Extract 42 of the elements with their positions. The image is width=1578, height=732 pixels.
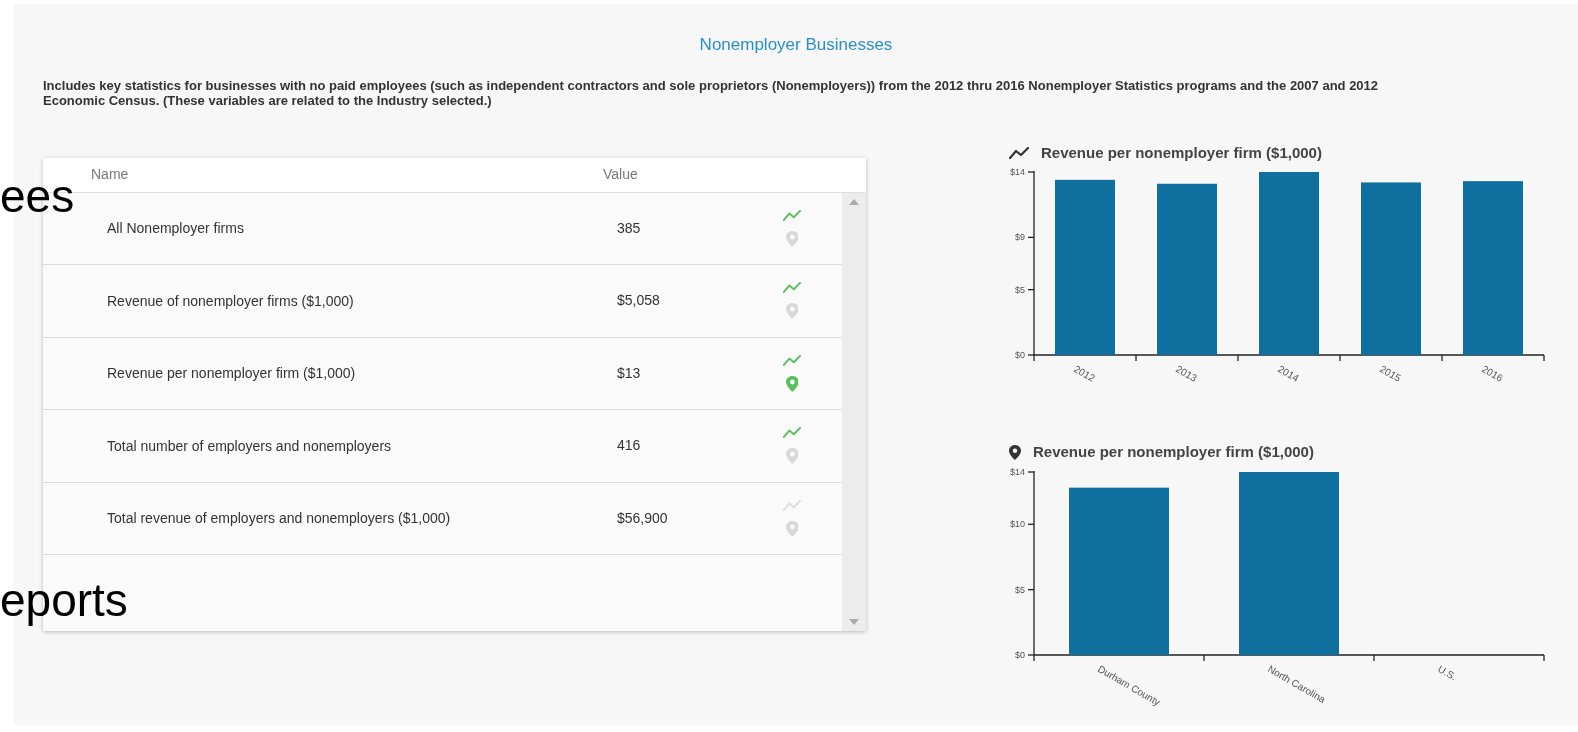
pin-icon[interactable] [785,230,799,247]
description: Includes key statistics for businesses with no paid employees (such as independent contractors and sole proprietors (Nonemployers)) from the 2012 thru 2016 Nonemployer Statistics programs and the 2007 and 2012 Economic Census. (These variables are related to the Industry selected.) [43,77,1380,108]
y-tick-label: $14 [1009,466,1025,477]
y-tick-label: $5 [1015,284,1025,295]
scroll-up-icon[interactable] [849,198,859,205]
overlay-text-fragment: eports [0,573,128,628]
pin-icon [1009,444,1021,460]
scroll-down-icon[interactable] [849,618,859,625]
y-tick-label: $10 [1009,518,1025,529]
x-tick-label: 2014 [1276,363,1301,384]
pin-icon[interactable] [785,520,799,537]
column-header: Value [603,165,638,184]
y-tick-label: $9 [1015,232,1025,243]
pin-icon[interactable] [785,375,799,392]
pin-icon[interactable] [785,303,799,320]
overlay-text-fragment: ees [0,169,75,224]
table-cell-text: $56,900 [617,508,669,528]
table-cell-text: Revenue of nonemployer firms ($1,000) [107,291,355,311]
table-cell-text: 385 [617,218,642,238]
table-cell-text: All Nonemployer firms [107,219,245,239]
y-tick-label: $0 [1015,350,1025,360]
x-tick-label: 2012 [1072,363,1097,384]
column-header: Name [91,165,130,184]
table-cell-text: Total number of employers and nonemployers [107,436,393,456]
table-cell-text: Total revenue of employers and nonemployers ($1,000) [107,509,452,529]
table-cell-text: 416 [617,436,642,456]
y-tick-label: $14 [1009,167,1025,177]
x-tick-label: 2013 [1174,363,1199,384]
chart-title: Revenue per nonemployer firm ($1,000) [1033,442,1314,462]
pin-icon[interactable] [785,448,799,465]
table-cell-text: $13 [617,363,642,383]
y-tick-label: $0 [1015,649,1025,660]
table-cell-text: $5,058 [617,291,661,311]
x-tick-label: U.S. [1436,662,1459,682]
chart-title: Revenue per nonemployer firm ($1,000) [1041,142,1322,163]
x-tick-label: 2016 [1480,363,1505,384]
table-cell-text: Revenue per nonemployer firm ($1,000) [107,364,357,384]
y-tick-label: $5 [1015,584,1025,595]
section-title: Nonemployer Businesses [699,34,893,56]
scrollbar[interactable] [842,192,866,631]
trend-icon[interactable] [1009,146,1029,159]
x-tick-label: 2015 [1378,363,1403,384]
